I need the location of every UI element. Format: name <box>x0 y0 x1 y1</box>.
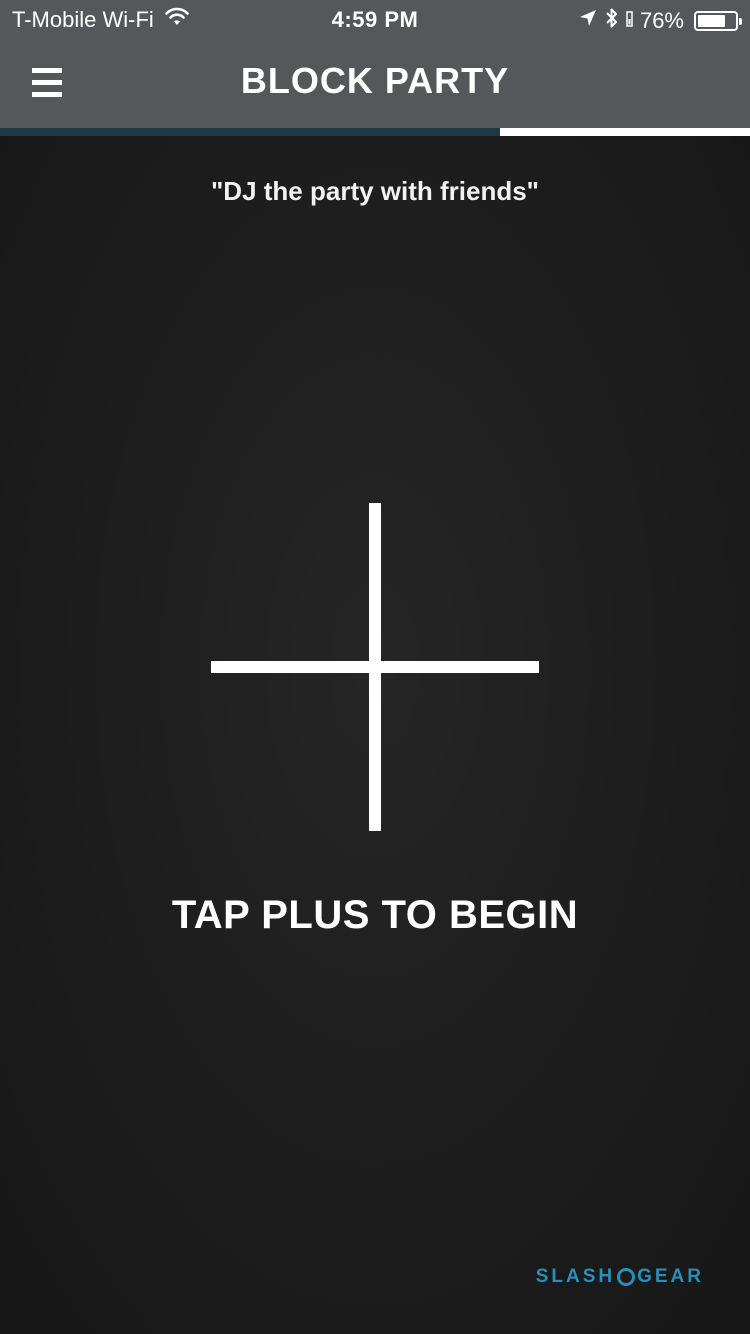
slashgear-logo-icon <box>617 1268 636 1286</box>
plus-icon-horizontal <box>211 661 539 673</box>
status-right: 76% <box>578 7 742 35</box>
app-title: BLOCK PARTY <box>240 60 510 101</box>
slashgear-watermark: SLASH GEAR <box>536 1266 704 1288</box>
app-screen: T-Mobile Wi-Fi 4:59 PM 76% BLOCK PARTY "… <box>0 0 750 1334</box>
tagline: "DJ the party with friends" <box>210 176 540 206</box>
nav-bar: BLOCK PARTY <box>0 40 750 128</box>
plus-button[interactable] <box>205 498 545 838</box>
battery-icon <box>694 11 742 31</box>
tap-plus-instruction: TAP PLUS TO BEGIN <box>171 893 579 937</box>
location-arrow-icon <box>578 8 598 34</box>
battery-charging-indicator-icon <box>626 8 634 34</box>
bluetooth-icon <box>604 7 620 35</box>
header-area: T-Mobile Wi-Fi 4:59 PM 76% BLOCK PARTY <box>0 0 750 128</box>
progress-bar <box>0 128 750 136</box>
battery-nub <box>739 18 742 25</box>
battery-fill <box>698 15 725 27</box>
status-bar: T-Mobile Wi-Fi 4:59 PM 76% <box>0 0 750 40</box>
progress-fill <box>0 128 501 136</box>
watermark-left: SLASH <box>535 1266 616 1287</box>
battery-percent: 76% <box>639 8 684 33</box>
watermark-right: GEAR <box>637 1266 704 1287</box>
